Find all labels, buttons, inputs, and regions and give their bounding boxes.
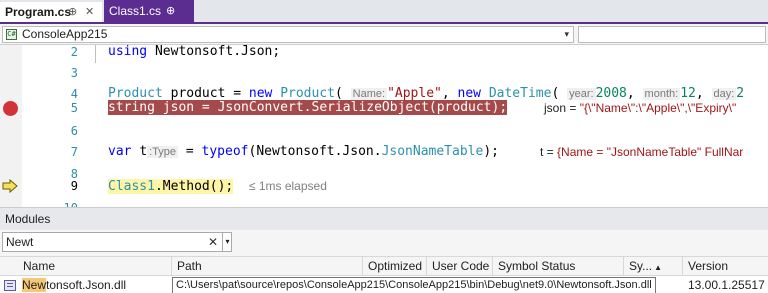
close-icon[interactable]: ✕ (85, 2, 94, 22)
csharp-project-icon: C# (6, 29, 17, 40)
tab-program-cs[interactable]: Program.cs ⊕ ✕ (0, 2, 102, 22)
chevron-down-icon: ▾ (564, 29, 569, 39)
project-name: ConsoleApp215 (22, 27, 108, 41)
modules-search-input[interactable]: Newt ✕ ▾ (2, 232, 232, 252)
document-tab-strip: Program.cs ⊕ ✕ Class1.cs ⊕ (0, 0, 768, 24)
line-number: 10 (40, 197, 78, 207)
tab-label: Class1.cs (109, 4, 162, 18)
navigation-bar: C# ConsoleApp215 ▾ (0, 24, 768, 45)
code-line: 2 using Newtonsoft.Json; (0, 45, 768, 63)
path-tooltip: C:\Users\pat\source\repos\ConsoleApp215\… (172, 277, 656, 293)
inline-value-datatip[interactable]: t = {Name = "JsonNameTable" FullNar (540, 141, 743, 163)
search-match-highlight: New (22, 278, 47, 292)
breakpoint-highlight: string json = JsonConvert.SerializeObjec… (108, 100, 508, 115)
code-line: 3 (0, 62, 768, 84)
member-dropdown[interactable] (578, 26, 766, 43)
column-header-symbol-status[interactable]: Symbol Status (493, 257, 624, 277)
column-header-optimized[interactable]: Optimized (363, 257, 427, 277)
code-editor[interactable]: 2 using Newtonsoft.Json; 3 4 Product pro… (0, 45, 768, 207)
module-icon (4, 280, 16, 291)
code-line: 7 var t:Type = typeof(Newtonsoft.Json.Js… (0, 141, 768, 163)
current-statement-highlight: Class1.Method(); (108, 179, 234, 194)
cell-name: Newtonsoft.Json.dll (22, 278, 127, 292)
code-line: 6 (0, 120, 768, 142)
cell-version: 13.00.1.25517 (688, 278, 765, 292)
code-text[interactable]: Class1.Method(); ≤ 1ms elapsed (108, 175, 327, 198)
search-value: Newt (6, 235, 34, 249)
tab-class1-cs[interactable]: Class1.cs ⊕ (104, 0, 194, 22)
column-header-symbol-file[interactable]: Sy... ▲ (624, 257, 683, 277)
line-number: 9 (70, 179, 78, 193)
table-row[interactable]: Newtonsoft.Json.dll C:\Users\pat\source\… (0, 276, 768, 293)
code-line-breakpoint: 5 string json = JsonConvert.SerializeObj… (0, 97, 768, 119)
line-number: 5 (70, 101, 78, 115)
pin-icon[interactable]: ⊕ (166, 0, 175, 22)
code-line-current: 9 Class1.Method(); ≤ 1ms elapsed (0, 175, 768, 197)
sort-ascending-icon: ▲ (654, 263, 663, 272)
search-options-dropdown[interactable]: ▾ (222, 233, 232, 251)
project-dropdown[interactable]: C# ConsoleApp215 ▾ (2, 26, 574, 43)
modules-grid-header: Name Path Optimized User Code Symbol Sta… (0, 256, 768, 277)
line-number: 6 (70, 124, 78, 138)
code-text[interactable]: var t:Type = typeof(Newtonsoft.Json.Json… (108, 141, 499, 163)
modules-window: Modules Newt ✕ ▾ Name Path Optimized Use… (0, 207, 768, 293)
pin-icon[interactable]: ⊕ (68, 2, 77, 22)
code-text[interactable]: string json = JsonConvert.SerializeObjec… (108, 97, 508, 119)
column-header-name[interactable]: Name (0, 257, 172, 277)
line-number: 3 (70, 66, 78, 80)
line-number: 2 (70, 45, 78, 59)
inline-value-datatip[interactable]: json = "{\"Name\":\"Apple\",\"Expiry\" (544, 97, 736, 119)
perf-tip: ≤ 1ms elapsed (248, 179, 327, 193)
breakpoint-icon[interactable] (3, 101, 18, 116)
instruction-pointer-icon[interactable] (2, 178, 18, 196)
column-header-user-code[interactable]: User Code (427, 257, 493, 277)
inline-type-hint: :Type (147, 146, 179, 158)
code-text[interactable]: using Newtonsoft.Json; (108, 45, 280, 63)
line-number: 7 (70, 145, 78, 159)
tab-label: Program.cs (5, 5, 72, 19)
clear-search-icon[interactable]: ✕ (208, 233, 218, 251)
column-header-version[interactable]: Version (683, 257, 768, 277)
modules-title: Modules (0, 208, 768, 230)
outline-guide (95, 45, 96, 63)
column-header-path[interactable]: Path (172, 257, 363, 277)
code-line: 10 (0, 197, 768, 207)
